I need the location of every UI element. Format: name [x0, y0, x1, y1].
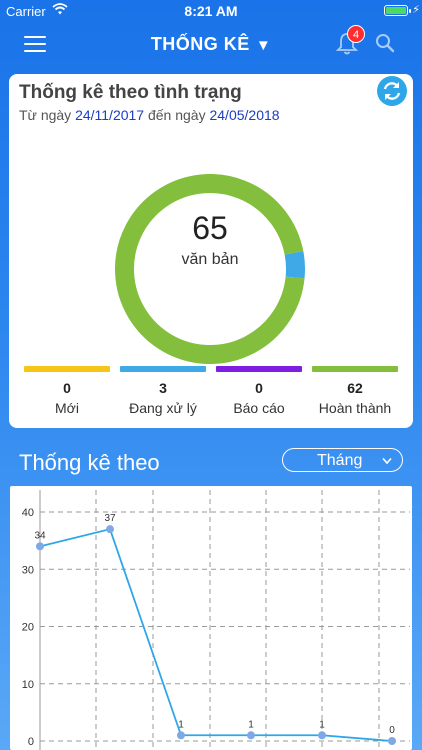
notification-badge: 4 [347, 25, 365, 43]
date-range: Từ ngày 24/11/2017 đến ngày 24/05/2018 [19, 107, 280, 123]
data-point [247, 731, 255, 740]
legend-item-processing: 3 Đang xử lý [120, 366, 206, 416]
date-mid: đến ngày [147, 107, 206, 123]
legend-item-new: 0 Mới [24, 366, 110, 416]
date-from: 24/11/2017 [75, 107, 145, 123]
data-point [318, 731, 326, 740]
data-point [177, 731, 185, 740]
status-time: 8:21 AM [184, 3, 238, 19]
y-tick-label: 10 [22, 679, 34, 691]
y-tick-label: 30 [22, 564, 34, 576]
refresh-icon [383, 82, 401, 100]
donut-center: 65 văn bản [115, 210, 305, 269]
page-title: THỐNG KÊ [150, 34, 250, 54]
battery-icon [384, 5, 411, 16]
data-label: 1 [248, 719, 254, 730]
data-label: 34 [34, 530, 46, 541]
search-icon[interactable] [374, 32, 396, 54]
legend-label-report: Báo cáo [233, 400, 285, 416]
data-label: 0 [389, 725, 395, 736]
data-point [388, 737, 396, 745]
legend-item-report: 0 Báo cáo [216, 366, 302, 416]
total-unit: văn bản [181, 251, 239, 268]
data-label: 37 [104, 513, 116, 524]
legend-count-processing: 3 [159, 380, 167, 396]
data-point [36, 542, 44, 551]
y-tick-label: 20 [22, 622, 34, 634]
legend-label-processing: Đang xử lý [129, 400, 197, 416]
status-donut-chart [115, 174, 305, 364]
status-bar: Carrier 8:21 AM ⚡ [0, 0, 422, 22]
date-prefix: Từ ngày [19, 107, 72, 123]
monthly-line-chart: 40302010034371 1 10 [10, 486, 412, 750]
legend-count-completed: 62 [347, 380, 363, 396]
status-legend: 0 Mới 3 Đang xử lý 0 Báo cáo 62 Hoàn thà… [24, 366, 398, 416]
y-tick-label: 0 [28, 736, 34, 748]
y-tick-label: 40 [22, 507, 34, 519]
legend-bar-report [216, 366, 302, 372]
period-select[interactable]: Tháng [282, 448, 403, 472]
nav-bar: THỐNG KÊ ▼ 4 [0, 22, 422, 68]
date-to: 24/05/2018 [209, 107, 280, 123]
legend-count-new: 0 [63, 380, 71, 396]
legend-label-completed: Hoàn thành [318, 400, 392, 416]
data-point [106, 525, 114, 534]
period-value: Tháng [317, 452, 363, 469]
legend-bar-new [24, 366, 110, 372]
legend-bar-processing [120, 366, 206, 372]
data-label: 1 [178, 719, 184, 730]
total-count: 65 [192, 210, 228, 246]
trend-title: Thống kê theo [19, 450, 160, 475]
summary-title: Thống kê theo tình trạng [19, 82, 242, 103]
legend-count-report: 0 [255, 380, 263, 396]
caret-down-icon: ▼ [255, 37, 272, 54]
chevron-down-icon [382, 457, 392, 465]
legend-bar-completed [312, 366, 398, 372]
data-label: 1 [319, 719, 325, 730]
legend-item-completed: 62 Hoàn thành [312, 366, 398, 416]
charging-icon: ⚡ [412, 4, 420, 16]
status-summary-card: Thống kê theo tình trạng Từ ngày 24/11/2… [9, 74, 413, 428]
refresh-button[interactable] [377, 76, 407, 106]
chart-background [10, 486, 412, 750]
legend-label-new: Mới [55, 400, 79, 416]
